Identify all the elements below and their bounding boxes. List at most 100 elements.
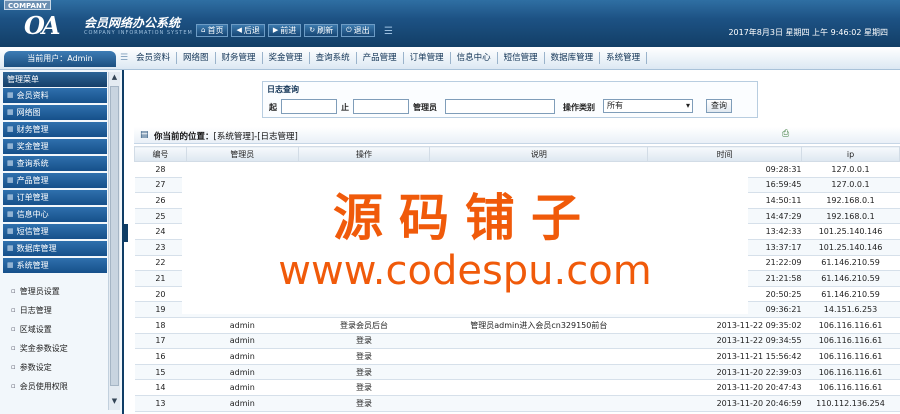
back-button[interactable]: ◀ 后退: [231, 24, 265, 37]
current-user: 当前用户：Admin: [4, 51, 116, 67]
table-cell: 登录会员后台: [298, 317, 430, 334]
scroll-thumb[interactable]: [110, 86, 119, 386]
table-cell: admin: [186, 317, 299, 334]
table-cell: 110.112.136.254: [801, 395, 900, 412]
table-cell: 27: [134, 177, 187, 194]
table-cell: 登录: [298, 379, 430, 396]
logout-button[interactable]: ⏻ 退出: [341, 24, 375, 37]
page-icon: ▫: [11, 306, 16, 314]
sidebar-item-products[interactable]: ▦ 产品管理: [3, 173, 107, 188]
scroll-down-icon[interactable]: ▼: [110, 397, 119, 409]
sidebar-item-info[interactable]: ▦ 信息中心: [3, 207, 107, 222]
home-button[interactable]: ⌂ 首页: [196, 24, 229, 37]
table-cell: 2013-11-21 15:56:42: [647, 348, 802, 365]
table-cell: [429, 348, 648, 365]
col-operation[interactable]: 操作: [297, 146, 431, 162]
col-admin[interactable]: 管理员: [185, 146, 299, 162]
submenu-bonus-params[interactable]: ▫ 奖金参数设定: [3, 339, 107, 358]
grid-icon: ▦: [7, 261, 14, 269]
scroll-up-icon[interactable]: ▲: [110, 73, 119, 85]
nav-item-query[interactable]: 查询系统: [310, 52, 357, 64]
sidebar-item-database[interactable]: ▦ 数据库管理: [3, 241, 107, 256]
menu-icon[interactable]: ☰: [384, 26, 393, 37]
page-icon: ▫: [11, 287, 16, 295]
end-date-input[interactable]: [353, 99, 409, 114]
sidebar-item-network[interactable]: ▦ 网络图: [3, 105, 107, 120]
table-cell: admin: [186, 348, 299, 365]
grid-icon: ▦: [7, 125, 14, 133]
table-row: 17 admin 登录 2013-11-22 09:34:55 106.116.116.…: [134, 333, 900, 350]
table-cell: 101.25.140.146: [801, 239, 900, 256]
submenu-log-management[interactable]: ▫ 日志管理: [3, 301, 107, 320]
table-cell: 61.146.210.59: [801, 255, 900, 272]
list-icon: ▤: [140, 130, 149, 140]
table-cell: 14: [134, 379, 187, 396]
col-id[interactable]: 编号: [134, 146, 187, 162]
table-cell: 16: [134, 348, 187, 365]
datetime: 2017年8月3日 星期四 上午 9:46:02 星期四: [728, 28, 888, 37]
table-cell: 22: [134, 255, 187, 272]
start-date-input[interactable]: [281, 99, 337, 114]
nav-item-members[interactable]: 会员资料: [130, 52, 178, 64]
system-subtitle: COMPANY INFORMATION SYSTEM: [84, 30, 193, 36]
sidebar-item-orders[interactable]: ▦ 订单管理: [3, 190, 107, 205]
refresh-button[interactable]: ↻ 刷新: [304, 24, 339, 37]
sidebar-item-finance[interactable]: ▦ 财务管理: [3, 122, 107, 137]
sidebar-item-members[interactable]: ▦ 会员资料: [3, 88, 107, 103]
nav-bar: 当前用户：Admin ☰ 会员资料 网络图 财务管理 奖金管理 查询系统 产品管…: [0, 47, 900, 70]
sidebar-item-query[interactable]: ▦ 查询系统: [3, 156, 107, 171]
nav-item-products[interactable]: 产品管理: [357, 52, 404, 64]
sidebar-item-bonus[interactable]: ▦ 奖金管理: [3, 139, 107, 154]
submenu-params[interactable]: ▫ 参数设定: [3, 358, 107, 377]
forward-button[interactable]: ▶ 前进: [267, 24, 302, 37]
grid-icon: ▦: [7, 142, 14, 150]
grid-icon: ▦: [7, 91, 14, 99]
col-ip[interactable]: ip: [801, 146, 900, 162]
table-cell: 2013-11-20 22:39:03: [647, 364, 802, 381]
watermark-title: 源码铺子: [333, 189, 597, 247]
table-cell: 61.146.210.59: [801, 270, 900, 287]
nav-item-database[interactable]: 数据库管理: [545, 52, 601, 64]
back-icon: ◀: [236, 26, 242, 34]
search-button[interactable]: 查询: [706, 99, 732, 113]
table-cell: 2013-11-20 20:46:59: [647, 395, 802, 412]
nav-items: 会员资料 网络图 财务管理 奖金管理 查询系统 产品管理 订单管理 信息中心 短…: [130, 52, 648, 64]
nav-item-orders[interactable]: 订单管理: [404, 52, 451, 64]
submenu-region-settings[interactable]: ▫ 区域设置: [3, 320, 107, 339]
nav-item-finance[interactable]: 财务管理: [216, 52, 263, 64]
table-cell: [429, 395, 648, 412]
nav-item-info[interactable]: 信息中心: [451, 52, 498, 64]
log-search-panel: 日志查询 起 止 管理员 操作类别 所有 ▾ 查询: [262, 81, 758, 118]
grid-icon: ▦: [7, 244, 14, 252]
page-icon: ▫: [11, 382, 16, 390]
grid-icon: ▦: [7, 193, 14, 201]
table-cell: 2013-11-22 09:35:02: [647, 317, 802, 334]
table-cell: 管理员admin进入会员cn329150前台: [429, 317, 648, 334]
table-cell: 101.25.140.146: [801, 223, 900, 240]
table-cell: 23: [134, 239, 187, 256]
table-cell: 127.0.0.1: [801, 177, 900, 194]
home-icon: ⌂: [201, 26, 206, 34]
end-label: 止: [341, 103, 349, 112]
table-row: 18 admin 登录会员后台 管理员admin进入会员cn329150前台 2013-…: [134, 317, 900, 334]
operation-type-select[interactable]: 所有 ▾: [603, 99, 693, 113]
submenu-admin-settings[interactable]: ▫ 管理员设置: [3, 282, 107, 301]
table-row: 16 admin 登录 2013-11-21 15:56:42 106.116.116.…: [134, 348, 900, 365]
nav-item-sms[interactable]: 短信管理: [498, 52, 545, 64]
table-cell: admin: [186, 333, 299, 350]
submenu-member-permissions[interactable]: ▫ 会员使用权限: [3, 377, 107, 396]
admin-input[interactable]: [445, 99, 555, 114]
sidebar-scrollbar[interactable]: ▲ ▼: [108, 72, 120, 410]
sidebar-item-system[interactable]: ▦ 系统管理: [3, 258, 107, 273]
nav-item-system[interactable]: 系统管理: [600, 52, 648, 64]
sidebar-item-sms[interactable]: ▦ 短信管理: [3, 224, 107, 239]
table-cell: 2013-11-22 09:34:55: [647, 333, 802, 350]
nav-item-bonus[interactable]: 奖金管理: [263, 52, 310, 64]
nav-item-network[interactable]: 网络图: [177, 52, 216, 64]
grid-icon: ▦: [7, 108, 14, 116]
search-title: 日志查询: [267, 85, 299, 94]
col-time[interactable]: 时间: [647, 146, 803, 162]
export-icon[interactable]: ⎙: [782, 129, 789, 139]
col-description[interactable]: 说明: [429, 146, 649, 162]
table-cell: 26: [134, 192, 187, 209]
